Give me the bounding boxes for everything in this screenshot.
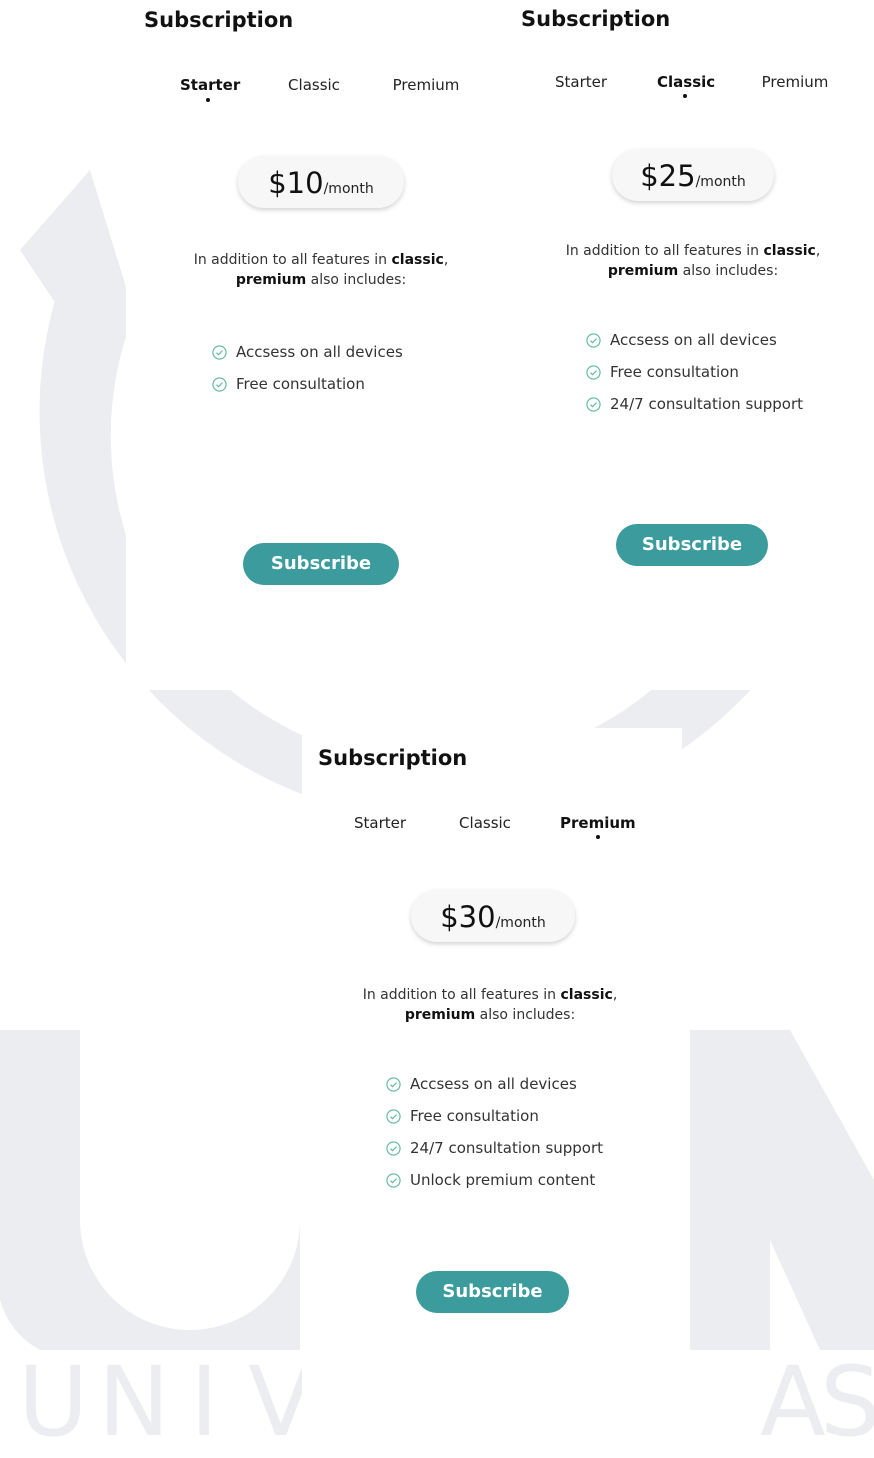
watermark-letter: S <box>820 1346 874 1458</box>
feature-list: Accsess on all devices Free consultation <box>212 336 403 400</box>
page-title: Subscription <box>318 746 468 770</box>
description-bold: classic <box>763 243 816 259</box>
plan-tabs: Starter Classic Premium <box>515 73 874 103</box>
check-circle-icon <box>586 364 601 380</box>
tab-starter[interactable]: Starter <box>180 76 240 94</box>
feature-list: Accsess on all devices Free consultation… <box>386 1068 603 1196</box>
subscription-panel-starter: Subscription Starter Classic Premium $10… <box>126 0 515 690</box>
tab-premium[interactable]: Premium <box>759 73 831 91</box>
list-item: Accsess on all devices <box>212 336 403 368</box>
list-item: Free consultation <box>386 1100 603 1132</box>
active-tab-indicator <box>206 98 210 102</box>
list-item: Free consultation <box>586 356 803 388</box>
feature-label: Free consultation <box>236 375 365 393</box>
active-tab-indicator <box>596 835 600 839</box>
description-bold: classic <box>560 987 613 1003</box>
tab-starter[interactable]: Starter <box>553 73 609 91</box>
description-bold: classic <box>391 252 444 268</box>
watermark-letter: N <box>98 1346 170 1458</box>
feature-label: Free consultation <box>610 363 739 381</box>
price-unit: /month <box>495 915 546 931</box>
watermark-letter: A <box>760 1346 826 1458</box>
feature-label: 24/7 consultation support <box>610 395 804 413</box>
check-circle-icon <box>386 1172 401 1188</box>
price-amount: $25 <box>640 159 696 193</box>
list-item: 24/7 consultation support <box>586 388 803 420</box>
check-circle-icon <box>212 376 227 392</box>
feature-label: Accsess on all devices <box>410 1075 577 1093</box>
tab-premium[interactable]: Premium <box>560 814 636 832</box>
plan-tabs: Starter Classic Premium <box>126 76 515 106</box>
check-circle-icon <box>586 396 601 412</box>
description-text: also includes: <box>306 272 407 288</box>
tab-classic[interactable]: Classic <box>286 76 342 94</box>
price-badge: $30 /month <box>411 890 575 942</box>
description-text: also includes: <box>475 1007 576 1023</box>
price-unit: /month <box>695 174 746 190</box>
check-circle-icon <box>212 344 227 360</box>
description-text: , <box>815 243 821 259</box>
list-item: Accsess on all devices <box>386 1068 603 1100</box>
list-item: Free consultation <box>212 368 403 400</box>
active-tab-indicator <box>683 94 687 98</box>
watermark-letter: U <box>18 1346 89 1458</box>
feature-label: Accsess on all devices <box>610 331 777 349</box>
description-bold: premium <box>404 1007 476 1023</box>
price-amount: $10 <box>268 166 324 200</box>
tab-classic[interactable]: Classic <box>657 73 715 91</box>
tab-classic[interactable]: Classic <box>457 814 513 832</box>
subscription-panel-classic: Subscription Starter Classic Premium $25… <box>515 0 874 690</box>
check-circle-icon <box>586 332 601 348</box>
plan-description: In addition to all features in classic, … <box>171 250 471 290</box>
price-badge: $25 /month <box>612 149 774 201</box>
watermark-letter: I <box>190 1346 219 1458</box>
price-unit: /month <box>323 181 374 197</box>
feature-label: Unlock premium content <box>410 1171 596 1189</box>
list-item: 24/7 consultation support <box>386 1132 603 1164</box>
subscription-panel-premium: Subscription Starter Classic Premium $30… <box>302 728 682 1455</box>
plan-description: In addition to all features in classic, … <box>340 985 640 1025</box>
plan-description: In addition to all features in classic, … <box>543 241 843 281</box>
description-text: , <box>612 987 618 1003</box>
price-amount: $30 <box>440 900 496 934</box>
check-circle-icon <box>386 1108 401 1124</box>
check-circle-icon <box>386 1140 401 1156</box>
subscribe-button[interactable]: Subscribe <box>416 1271 569 1313</box>
plan-tabs: Starter Classic Premium <box>302 814 682 844</box>
description-bold: premium <box>235 272 307 288</box>
feature-label: Accsess on all devices <box>236 343 403 361</box>
description-text: In addition to all features in <box>193 252 392 268</box>
tab-premium[interactable]: Premium <box>390 76 462 94</box>
feature-label: Free consultation <box>410 1107 539 1125</box>
list-item: Accsess on all devices <box>586 324 803 356</box>
description-bold: premium <box>607 263 679 279</box>
description-text: In addition to all features in <box>565 243 764 259</box>
description-text: In addition to all features in <box>362 987 561 1003</box>
subscribe-button[interactable]: Subscribe <box>616 524 768 566</box>
feature-label: 24/7 consultation support <box>410 1139 604 1157</box>
list-item: Unlock premium content <box>386 1164 603 1196</box>
feature-list: Accsess on all devices Free consultation… <box>586 324 803 420</box>
description-text: also includes: <box>678 263 779 279</box>
check-circle-icon <box>386 1076 401 1092</box>
price-badge: $10 /month <box>238 156 404 208</box>
subscribe-button[interactable]: Subscribe <box>243 543 399 585</box>
page-title: Subscription <box>144 8 294 32</box>
description-text: , <box>443 252 449 268</box>
tab-starter[interactable]: Starter <box>352 814 408 832</box>
page-title: Subscription <box>521 7 671 31</box>
